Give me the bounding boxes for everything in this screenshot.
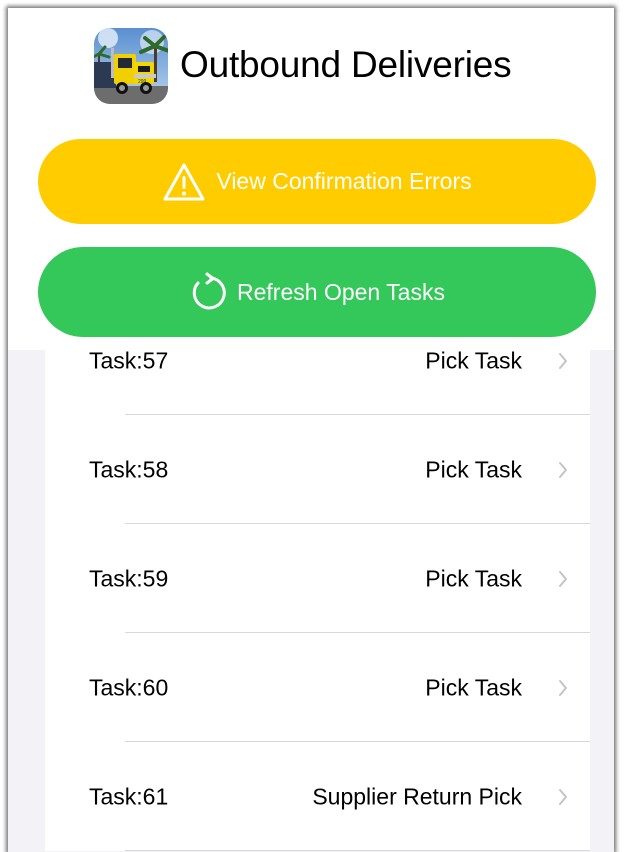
chevron-right-icon [558, 461, 568, 479]
page-title: Outbound Deliveries [180, 44, 512, 85]
task-row[interactable]: Task:60 Pick Task [45, 633, 590, 742]
header: 299 Outbound Deliveries View Confirmatio… [8, 8, 614, 350]
row-divider [125, 850, 590, 851]
task-id: Task:61 [89, 783, 169, 810]
app-frame: 299 Outbound Deliveries View Confirmatio… [0, 0, 624, 852]
task-id: Task:60 [89, 674, 169, 701]
task-type: Pick Task [425, 565, 522, 592]
task-id: Task:57 [89, 347, 169, 374]
chevron-right-icon [558, 679, 568, 697]
view-confirmation-errors-label: View Confirmation Errors [216, 168, 472, 194]
task-type: Supplier Return Pick [312, 783, 522, 810]
chevron-right-icon [558, 570, 568, 588]
task-type: Pick Task [425, 456, 522, 483]
refresh-open-tasks-button[interactable]: Refresh Open Tasks [38, 247, 596, 337]
task-id: Task:58 [89, 456, 169, 483]
task-list: Task:57 Pick Task Task:58 Pick Task Task… [45, 306, 590, 851]
warning-triangle-icon [162, 162, 206, 202]
truck-logo-icon: 299 [94, 28, 168, 104]
app-screen: 299 Outbound Deliveries View Confirmatio… [8, 8, 614, 852]
task-type: Pick Task [425, 674, 522, 701]
refresh-open-tasks-label: Refresh Open Tasks [237, 278, 445, 305]
chevron-right-icon [558, 788, 568, 806]
task-id: Task:59 [89, 565, 169, 592]
task-row[interactable]: Task:58 Pick Task [45, 415, 590, 524]
task-row[interactable]: Task:59 Pick Task [45, 524, 590, 633]
chevron-right-icon [558, 352, 568, 370]
refresh-icon [189, 272, 227, 312]
view-confirmation-errors-button[interactable]: View Confirmation Errors [38, 139, 596, 224]
task-row[interactable]: Task:61 Supplier Return Pick [45, 742, 590, 851]
task-type: Pick Task [425, 347, 522, 374]
